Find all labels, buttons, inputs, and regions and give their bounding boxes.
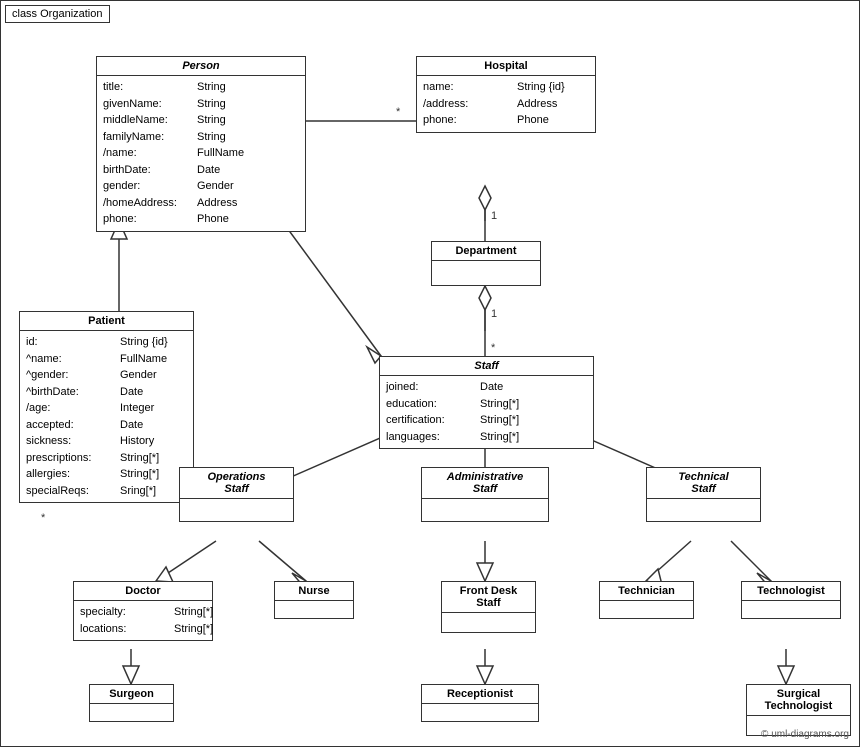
class-front-desk-staff-title: Front DeskStaff: [442, 582, 535, 613]
svg-text:*: *: [396, 106, 401, 118]
class-doctor-attrs: specialty:String[*] locations:String[*]: [74, 601, 212, 640]
class-staff-title: Staff: [380, 357, 593, 376]
class-hospital-attrs: name:String {id} /address:Address phone:…: [417, 76, 595, 132]
class-operations-staff: OperationsStaff: [179, 467, 294, 522]
copyright-text: © uml-diagrams.org: [761, 729, 849, 740]
svg-text:1: 1: [491, 308, 497, 320]
class-front-desk-staff: Front DeskStaff: [441, 581, 536, 633]
class-technician-title: Technician: [600, 582, 693, 601]
class-doctor: Doctor specialty:String[*] locations:Str…: [73, 581, 213, 641]
svg-text:*: *: [41, 512, 46, 524]
uml-diagram: class Organization * * 1 * 1 * *: [0, 0, 860, 747]
class-nurse: Nurse: [274, 581, 354, 619]
class-front-desk-staff-attrs: [442, 613, 535, 623]
class-receptionist-attrs: [422, 704, 538, 714]
class-administrative-staff-title: AdministrativeStaff: [422, 468, 548, 499]
class-department-title: Department: [432, 242, 540, 261]
class-technologist-attrs: [742, 601, 840, 611]
class-surgical-technologist-attrs: [747, 716, 850, 726]
class-nurse-title: Nurse: [275, 582, 353, 601]
class-operations-staff-attrs: [180, 499, 293, 505]
class-administrative-staff-attrs: [422, 499, 548, 505]
class-department: Department: [431, 241, 541, 286]
class-operations-staff-title: OperationsStaff: [180, 468, 293, 499]
class-technologist-title: Technologist: [742, 582, 840, 601]
class-hospital: Hospital name:String {id} /address:Addre…: [416, 56, 596, 133]
class-technical-staff-title: TechnicalStaff: [647, 468, 760, 499]
class-nurse-attrs: [275, 601, 353, 611]
svg-text:*: *: [491, 342, 496, 354]
class-person-attrs: title:String givenName:String middleName…: [97, 76, 305, 231]
svg-text:1: 1: [491, 210, 497, 222]
class-technical-staff-attrs: [647, 499, 760, 505]
class-technician-attrs: [600, 601, 693, 611]
class-technician: Technician: [599, 581, 694, 619]
class-patient-title: Patient: [20, 312, 193, 331]
class-technologist: Technologist: [741, 581, 841, 619]
class-surgical-technologist-title: SurgicalTechnologist: [747, 685, 850, 716]
class-surgeon-attrs: [90, 704, 173, 714]
class-receptionist: Receptionist: [421, 684, 539, 722]
class-department-attrs: [432, 261, 540, 279]
class-person: Person title:String givenName:String mid…: [96, 56, 306, 232]
class-administrative-staff: AdministrativeStaff: [421, 467, 549, 522]
class-staff-attrs: joined:Date education:String[*] certific…: [380, 376, 593, 448]
class-receptionist-title: Receptionist: [422, 685, 538, 704]
class-patient-attrs: id:String {id} ^name:FullName ^gender:Ge…: [20, 331, 193, 502]
diagram-title: class Organization: [5, 5, 110, 23]
class-patient: Patient id:String {id} ^name:FullName ^g…: [19, 311, 194, 503]
class-staff: Staff joined:Date education:String[*] ce…: [379, 356, 594, 449]
class-person-title: Person: [97, 57, 305, 76]
class-doctor-title: Doctor: [74, 582, 212, 601]
class-surgeon: Surgeon: [89, 684, 174, 722]
class-surgeon-title: Surgeon: [90, 685, 173, 704]
class-hospital-title: Hospital: [417, 57, 595, 76]
class-technical-staff: TechnicalStaff: [646, 467, 761, 522]
